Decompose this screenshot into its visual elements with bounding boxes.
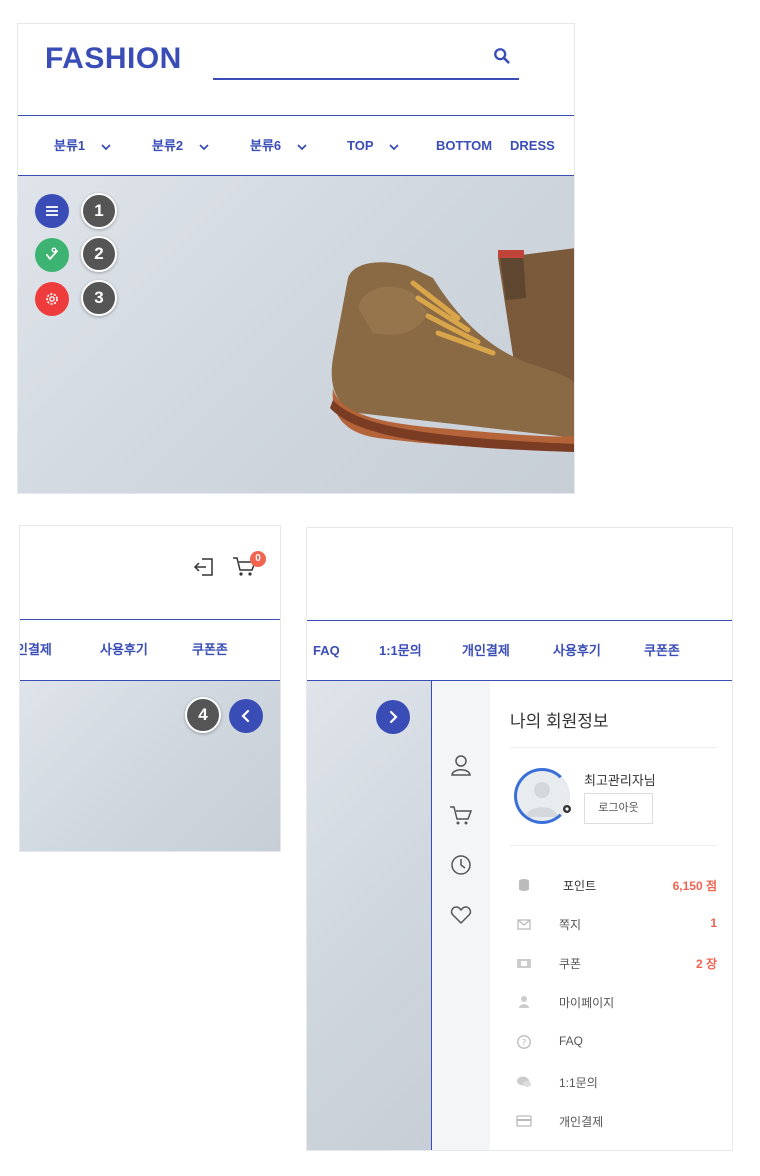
nav-item-top[interactable]: TOP bbox=[347, 116, 399, 175]
site-logo[interactable]: FASHION bbox=[45, 42, 182, 76]
quick-like-button[interactable] bbox=[35, 238, 69, 272]
panel-header-right: 0 인결제 사용후기 쿠폰존 4 bbox=[19, 525, 281, 852]
menu-icon bbox=[46, 206, 58, 216]
thumb-icon bbox=[46, 247, 58, 260]
nav-item-faq[interactable]: FAQ bbox=[313, 621, 340, 680]
menu-label: 개인결제 bbox=[559, 1115, 604, 1129]
nav-label: DRESS bbox=[510, 138, 555, 153]
user-name: 최고관리자님 bbox=[584, 773, 656, 788]
messages-count: 1 bbox=[710, 916, 717, 930]
person-icon bbox=[519, 996, 529, 1008]
menu-item-points[interactable]: 포인트 6,150 점 bbox=[510, 874, 717, 896]
menu-item-faq[interactable]: ? FAQ bbox=[510, 1031, 717, 1053]
menu-label: FAQ bbox=[559, 1034, 584, 1048]
menu-item-inquiry[interactable]: 1:1문의 bbox=[510, 1071, 717, 1093]
avatar[interactable] bbox=[514, 768, 570, 824]
open-sidebar-button[interactable] bbox=[229, 699, 263, 733]
number-badge: 1 bbox=[81, 193, 117, 229]
quick-settings-button[interactable] bbox=[35, 282, 69, 316]
panel-main-page: FASHION 분류1 분류2 분류6 TOP BOTTOM DRESS 1 2… bbox=[17, 23, 575, 494]
nav-item-inquiry[interactable]: 1:1문의 bbox=[379, 621, 422, 680]
nav-item-personal-payment[interactable]: 개인결제 bbox=[462, 621, 510, 680]
menu-item-mypage[interactable]: 마이페이지 bbox=[510, 991, 717, 1013]
nav-item-coupon-zone[interactable]: 쿠폰존 bbox=[644, 621, 680, 680]
panel-member-sidebar: FAQ 1:1문의 개인결제 사용후기 쿠폰존 나의 회원정보 최고관리자님 로… bbox=[306, 527, 733, 1151]
card-icon bbox=[516, 1115, 532, 1127]
nav-item-bottom[interactable]: BOTTOM bbox=[436, 116, 492, 175]
menu-label: 포인트 bbox=[563, 879, 597, 893]
shoe-image bbox=[330, 248, 574, 452]
menu-item-coupons[interactable]: 쿠폰 2 장 bbox=[510, 952, 717, 974]
menu-item-messages[interactable]: 쪽지 1 bbox=[510, 913, 717, 935]
hero-banner bbox=[307, 681, 432, 1150]
quick-menu-button[interactable] bbox=[35, 194, 69, 228]
menu-label: 마이페이지 bbox=[559, 996, 615, 1010]
chevron-down-icon bbox=[199, 143, 209, 150]
member-info-title: 나의 회원정보 bbox=[510, 712, 609, 731]
sidebar-tab-strip bbox=[431, 681, 490, 1150]
gear-icon[interactable] bbox=[561, 803, 573, 815]
menu-label: 1:1문의 bbox=[559, 1076, 598, 1090]
logout-button[interactable]: 로그아웃 bbox=[584, 793, 653, 824]
nav-item-coupon-zone[interactable]: 쿠폰존 bbox=[192, 620, 228, 679]
search-icon[interactable] bbox=[493, 47, 511, 65]
points-value: 6,150 점 bbox=[672, 879, 717, 893]
coupons-count: 2 장 bbox=[695, 957, 717, 971]
nav-label: 분류1 bbox=[54, 138, 86, 153]
number-badge: 2 bbox=[81, 236, 117, 272]
chevron-right-icon bbox=[389, 710, 398, 724]
nav-bar: 인결제 사용후기 쿠폰존 bbox=[20, 619, 280, 681]
nav-item-reviews[interactable]: 사용후기 bbox=[100, 620, 148, 679]
menu-item-personal-payment[interactable]: 개인결제 bbox=[510, 1110, 717, 1132]
cart-icon[interactable] bbox=[449, 803, 473, 827]
search-input[interactable] bbox=[213, 44, 473, 78]
number-badge: 4 bbox=[185, 697, 221, 733]
member-info-panel: 나의 회원정보 최고관리자님 로그아웃 포인트 6,150 점 쪽지 1 쿠폰 … bbox=[490, 681, 732, 1150]
menu-label: 쪽지 bbox=[559, 918, 582, 932]
nav-label: 분류6 bbox=[250, 138, 282, 153]
close-sidebar-button[interactable] bbox=[376, 700, 410, 734]
chevron-down-icon bbox=[297, 143, 307, 150]
chevron-down-icon bbox=[389, 143, 399, 150]
chevron-left-icon bbox=[241, 709, 250, 723]
avatar-placeholder-icon bbox=[526, 782, 558, 817]
clock-icon[interactable] bbox=[449, 853, 473, 877]
nav-label: TOP bbox=[347, 138, 374, 153]
cart-count-badge: 0 bbox=[250, 551, 266, 567]
divider bbox=[510, 747, 717, 748]
mail-icon bbox=[517, 919, 531, 930]
nav-item-category1[interactable]: 분류1 bbox=[54, 116, 111, 175]
category-nav: 분류1 분류2 분류6 TOP BOTTOM DRESS bbox=[18, 115, 574, 176]
nav-item-category2[interactable]: 분류2 bbox=[152, 116, 209, 175]
ticket-icon bbox=[517, 959, 531, 968]
chat-icon bbox=[517, 1076, 531, 1087]
svg-text:?: ? bbox=[522, 1039, 527, 1049]
nav-item-personal-payment[interactable]: 인결제 bbox=[20, 620, 52, 679]
chevron-down-icon bbox=[101, 143, 111, 150]
logout-icon[interactable] bbox=[192, 555, 216, 579]
divider bbox=[510, 845, 717, 846]
database-icon bbox=[519, 879, 529, 891]
nav-label: 분류2 bbox=[152, 138, 184, 153]
menu-label: 쿠폰 bbox=[559, 957, 582, 971]
gear-icon bbox=[46, 293, 58, 305]
nav-bar: FAQ 1:1문의 개인결제 사용후기 쿠폰존 bbox=[307, 620, 732, 681]
nav-item-dress[interactable]: DRESS bbox=[510, 116, 555, 175]
number-badge: 3 bbox=[81, 280, 117, 316]
question-icon: ? bbox=[517, 1035, 531, 1049]
nav-item-reviews[interactable]: 사용후기 bbox=[553, 621, 601, 680]
search-bar bbox=[213, 44, 519, 80]
heart-icon[interactable] bbox=[449, 903, 473, 927]
user-icon[interactable] bbox=[449, 753, 473, 777]
nav-item-category6[interactable]: 분류6 bbox=[250, 116, 307, 175]
nav-label: BOTTOM bbox=[436, 138, 493, 153]
